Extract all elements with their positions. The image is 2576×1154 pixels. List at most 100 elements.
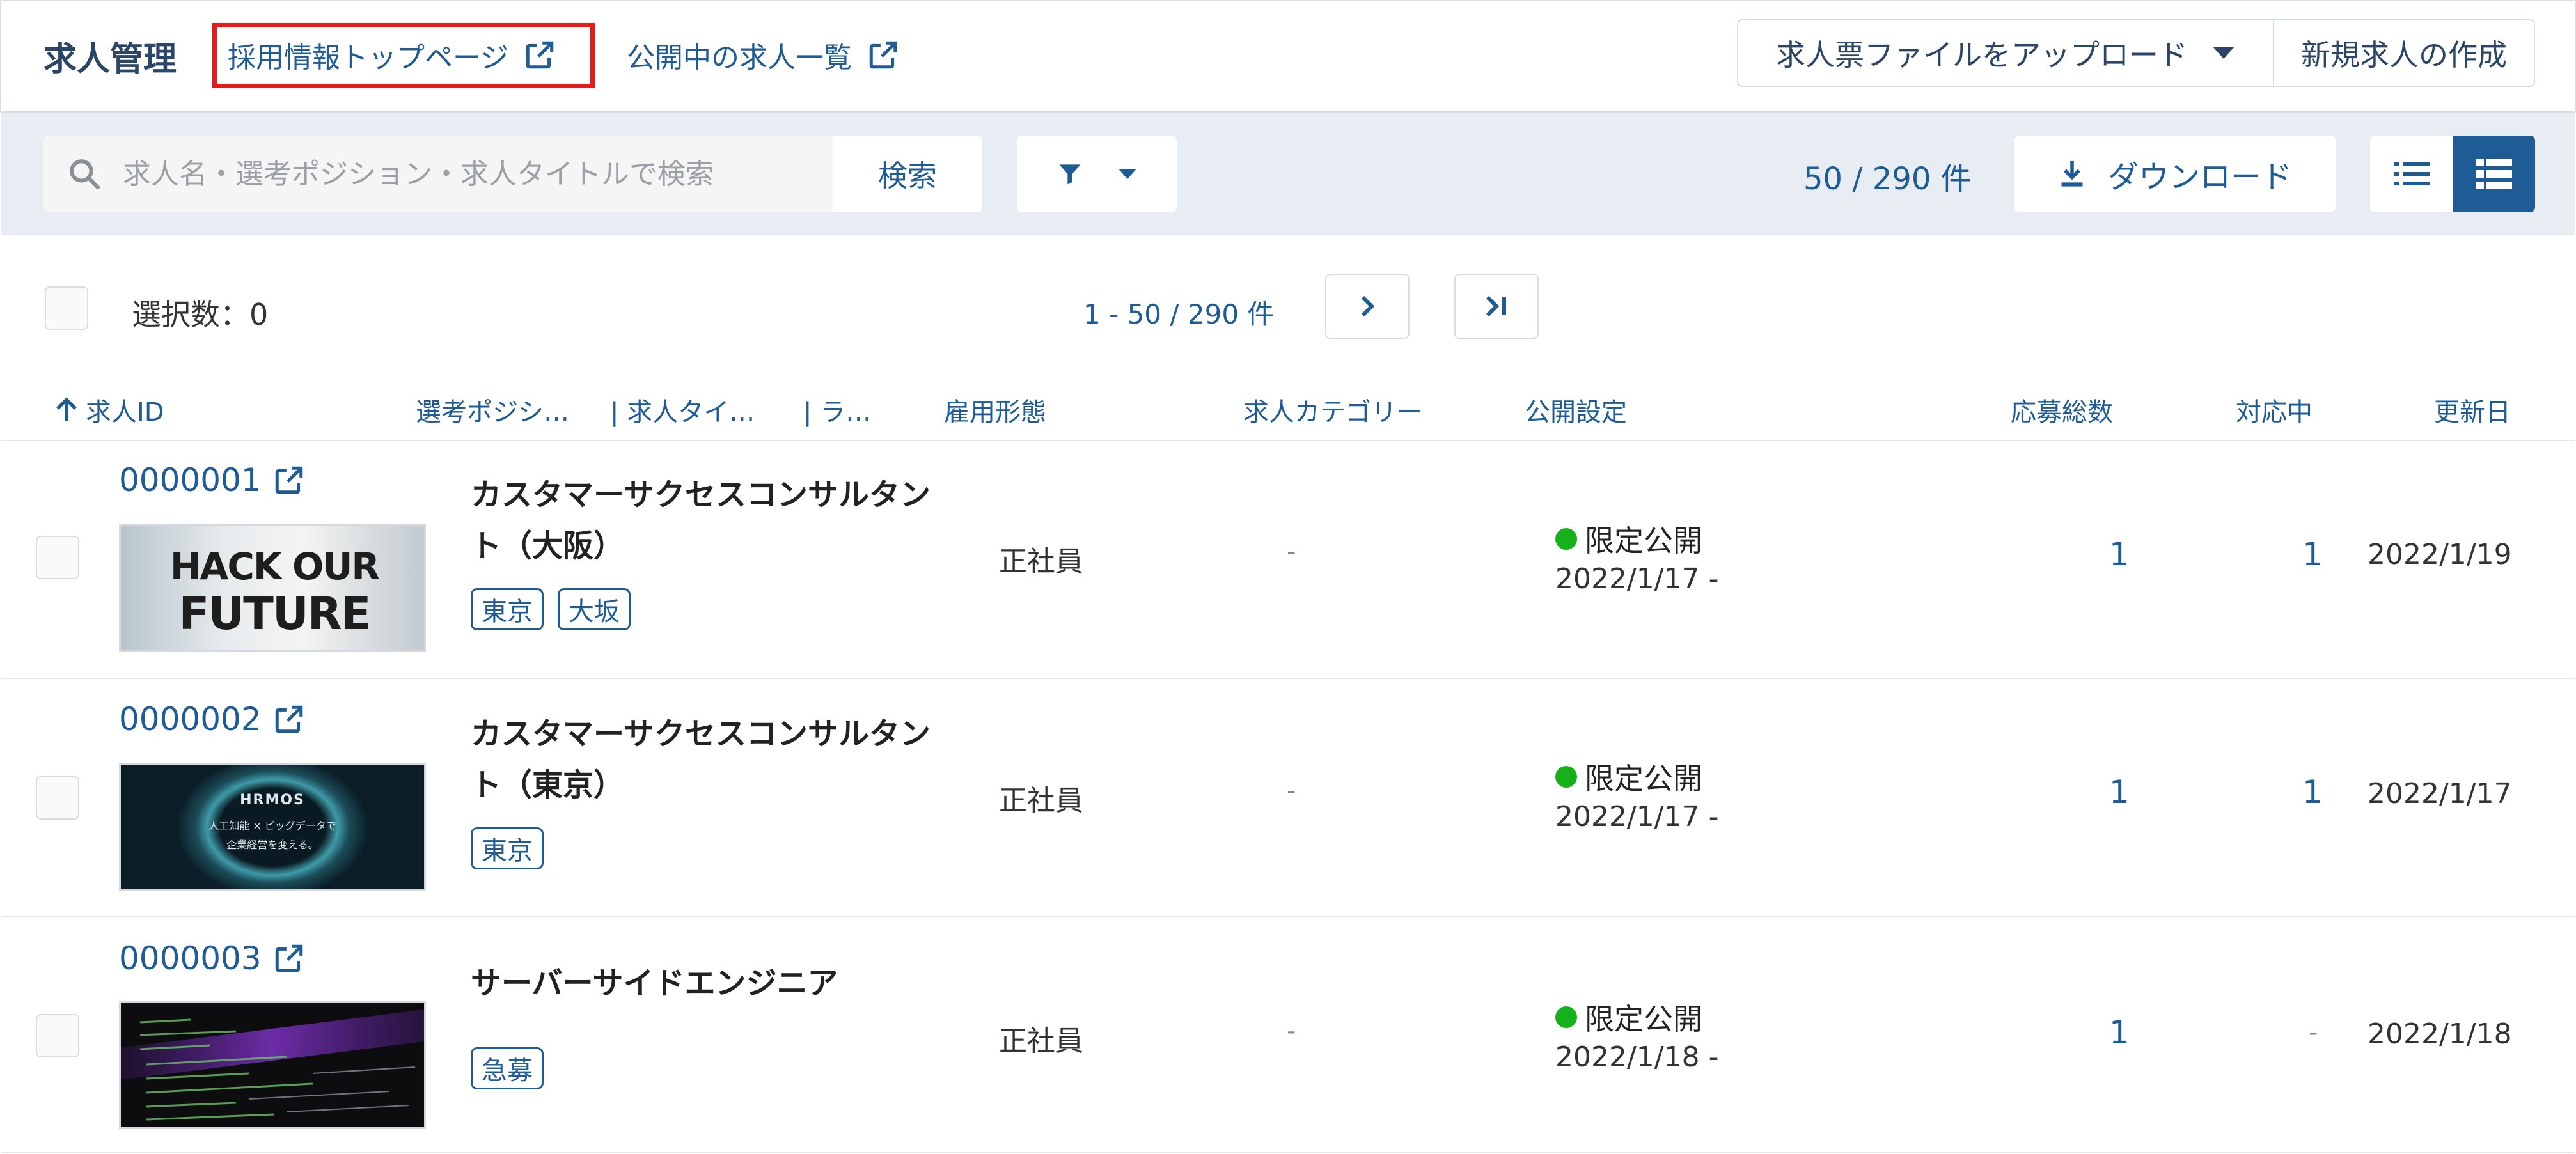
in-progress-count[interactable]: 1 <box>2302 536 2323 573</box>
caret-down-icon <box>1118 169 1137 179</box>
job-title-line: ト（大阪） <box>471 528 625 564</box>
column-header-in-progress[interactable]: 対応中 <box>2236 391 2313 428</box>
tag-list: 急募 <box>471 1047 558 1089</box>
job-thumbnail <box>119 1001 426 1129</box>
job-id-link[interactable]: 0000002 <box>119 701 305 738</box>
column-header-employment[interactable]: 雇用形態 <box>944 391 1046 428</box>
code-screen-image <box>121 1003 424 1127</box>
detail-view-button[interactable] <box>2453 136 2535 212</box>
applications-count[interactable]: 1 <box>2109 1014 2130 1051</box>
result-count: 50 / 290 件 <box>1803 161 1972 197</box>
external-link-icon <box>275 705 302 733</box>
column-header-id-label: 求人ID <box>86 398 164 427</box>
column-header-label[interactable]: | ラ… <box>803 391 871 428</box>
job-thumbnail: HRMOS 人工知能 × ビッグデータで 企業経営を変える。 <box>119 763 426 891</box>
selected-count: 選択数：0 <box>132 297 269 332</box>
download-button[interactable]: ダウンロード <box>2014 136 2336 212</box>
updated-date: 2022/1/19 <box>2368 538 2512 571</box>
upload-button-label: 求人票ファイルをアップロード <box>1776 38 2188 72</box>
job-category: - <box>1287 1017 1296 1046</box>
status-dot-icon <box>1555 766 1577 788</box>
updated-date: 2022/1/18 <box>2368 1018 2512 1050</box>
thumbnail-text: HRMOS <box>240 792 305 808</box>
column-header-id[interactable]: 求人ID <box>55 391 164 428</box>
job-title-line: サーバーサイドエンジニア <box>471 965 838 1001</box>
table-row[interactable]: 0000002 HRMOS 人工知能 × ビッグデータで 企業経営を変える。 カ… <box>1 678 2575 916</box>
arrow-up-icon <box>56 397 77 421</box>
download-button-label: ダウンロード <box>2107 159 2292 195</box>
publish-status: 限定公開 <box>1555 518 1702 560</box>
job-id: 0000001 <box>119 462 262 499</box>
tag-list: 東京 大坂 <box>471 588 645 630</box>
employment-type: 正社員 <box>999 784 1083 817</box>
external-link-icon <box>869 41 897 69</box>
thumbnail-text: 企業経営を変える。 <box>226 839 318 851</box>
top-page-link[interactable]: 採用情報トップページ <box>228 35 556 75</box>
published-jobs-link[interactable]: 公開中の求人一覧 <box>627 35 899 75</box>
publish-status-label: 限定公開 <box>1585 761 1702 796</box>
next-page-button[interactable] <box>1325 274 1410 339</box>
row-checkbox[interactable] <box>36 776 79 820</box>
external-link-icon <box>275 466 302 494</box>
list-view-button[interactable] <box>2370 136 2453 212</box>
pagination-range: 1 - 50 / 290 件 <box>1083 299 1275 330</box>
status-dot-icon <box>1555 528 1577 550</box>
search-icon <box>70 159 100 190</box>
job-id: 0000002 <box>119 701 262 738</box>
in-progress-count[interactable]: 1 <box>2302 774 2323 811</box>
location-tag: 大坂 <box>558 588 631 630</box>
page-title: 求人管理 <box>43 40 177 79</box>
table-row[interactable]: 0000003 サーバーサイドエンジニア 急募 正社員 - 限定公開 2022/… <box>1 916 2575 1153</box>
create-job-button[interactable]: 新規求人の作成 <box>2273 19 2535 87</box>
publish-status-label: 限定公開 <box>1585 524 1702 558</box>
last-page-button[interactable] <box>1454 274 1539 339</box>
top-page-link-label: 採用情報トップページ <box>228 42 509 74</box>
job-title-line: ト（東京） <box>471 767 625 803</box>
employment-type: 正社員 <box>999 545 1083 578</box>
column-header-category[interactable]: 求人カテゴリー <box>1243 391 1422 428</box>
thumbnail-text: HACK OUR <box>169 545 380 588</box>
job-category: - <box>1287 776 1296 806</box>
updated-date: 2022/1/17 <box>2368 777 2512 810</box>
table-icon <box>2476 159 2512 189</box>
publish-status: 限定公開 <box>1555 996 1702 1038</box>
row-checkbox[interactable] <box>36 1014 79 1057</box>
row-checkbox[interactable] <box>36 536 79 579</box>
publish-date: 2022/1/18 - <box>1555 1041 1719 1073</box>
column-header-title[interactable]: | 求人タイ… <box>610 391 755 428</box>
column-header-applications[interactable]: 応募総数 <box>2011 391 2113 428</box>
upload-job-file-button[interactable]: 求人票ファイルをアップロード <box>1737 19 2274 87</box>
search-button[interactable]: 検索 <box>833 136 982 212</box>
published-jobs-link-label: 公開中の求人一覧 <box>627 42 852 74</box>
column-header-position[interactable]: 選考ポジシ… <box>416 391 569 428</box>
download-icon <box>2061 160 2083 187</box>
job-title[interactable]: カスタマーサクセスコンサルタン ト（東京） <box>471 708 957 811</box>
list-icon <box>2394 162 2430 185</box>
publish-status: 限定公開 <box>1555 756 1702 798</box>
job-title-line: カスタマーサクセスコンサルタン <box>471 716 931 752</box>
last-page-icon <box>1486 295 1506 317</box>
applications-count[interactable]: 1 <box>2109 774 2130 811</box>
applications-count[interactable]: 1 <box>2109 536 2130 573</box>
employment-type: 正社員 <box>999 1025 1083 1057</box>
caret-down-icon <box>2213 47 2234 59</box>
filter-icon <box>1059 164 1081 185</box>
job-category: - <box>1287 537 1296 566</box>
status-dot-icon <box>1555 1006 1577 1028</box>
column-header-publish[interactable]: 公開設定 <box>1525 391 1627 428</box>
select-all-checkbox[interactable] <box>45 286 88 330</box>
table-row[interactable]: 0000001 HACK OUR FUTURE カスタマーサクセスコンサルタン … <box>1 440 2575 678</box>
location-tag: 東京 <box>471 827 544 869</box>
column-header-updated[interactable]: 更新日 <box>2434 391 2511 428</box>
job-id-link[interactable]: 0000003 <box>119 940 305 977</box>
external-link-icon <box>526 41 554 69</box>
location-tag: 東京 <box>471 588 544 630</box>
search-input[interactable] <box>123 151 826 197</box>
job-title[interactable]: カスタマーサクセスコンサルタン ト（大阪） <box>471 469 957 572</box>
job-title[interactable]: サーバーサイドエンジニア <box>471 958 957 1009</box>
job-thumbnail: HACK OUR FUTURE <box>119 524 426 652</box>
job-id-link[interactable]: 0000001 <box>119 462 305 499</box>
filter-button[interactable] <box>1017 136 1177 212</box>
job-id: 0000003 <box>119 940 262 977</box>
job-title-line: カスタマーサクセスコンサルタン <box>471 477 931 513</box>
